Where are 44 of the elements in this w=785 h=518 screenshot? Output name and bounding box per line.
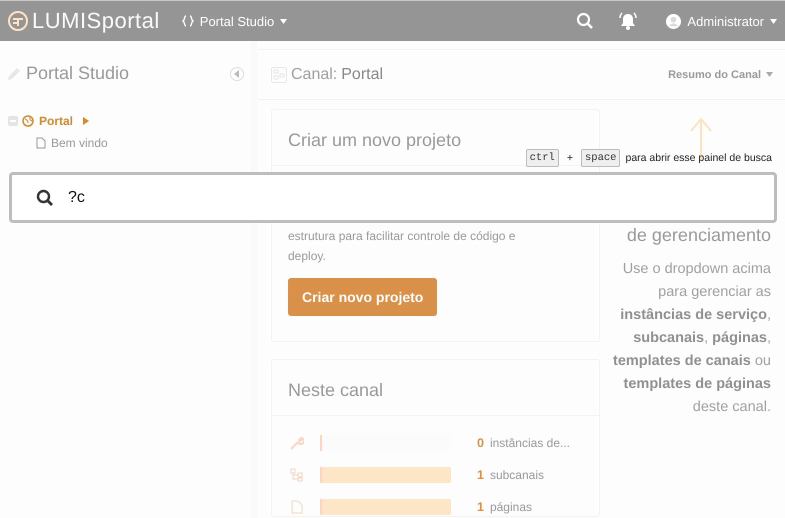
create-project-button[interactable]: Criar novo projeto: [288, 278, 438, 316]
triangle-right-icon: [83, 117, 90, 125]
bell-button[interactable]: [618, 12, 638, 30]
globe-icon: [22, 115, 34, 127]
card-title: Neste canal: [272, 360, 599, 416]
count: 0: [477, 436, 484, 450]
triangle-left-icon: [233, 70, 241, 78]
search-input[interactable]: ?c: [66, 188, 774, 208]
subchannel-icon: [290, 468, 304, 482]
collapse-button[interactable]: [230, 66, 244, 80]
key-cap: ctrl: [526, 149, 559, 167]
help-heading: de gerenciamento: [626, 225, 771, 246]
logo-icon: [8, 11, 28, 31]
card-text: estrutura para facilitar controle de código e deploy.: [288, 228, 516, 265]
channel-title: Portal: [341, 66, 384, 84]
caret-icon: [770, 18, 777, 24]
wrench-icon: [290, 436, 304, 450]
key-cap: space: [580, 149, 620, 167]
count-label: instâncias de...: [490, 436, 570, 450]
braces-icon: [182, 15, 194, 27]
count: 1: [477, 500, 484, 514]
search-field[interactable]: ?c: [9, 172, 777, 223]
plus-sign: +: [566, 152, 573, 164]
logo-text: LUMISportal: [32, 8, 160, 34]
page-icon: [36, 137, 46, 149]
collapse-icon: [8, 116, 18, 126]
count: 1: [477, 468, 484, 482]
search-icon: [36, 188, 54, 206]
studio-menu[interactable]: Portal Studio: [182, 14, 288, 28]
user-icon: [666, 14, 682, 28]
hint-text: para abrir esse painel de busca: [625, 152, 772, 164]
search-button[interactable]: [576, 12, 594, 30]
page-icon: [290, 500, 304, 514]
caret-icon: [766, 72, 773, 77]
tree-item[interactable]: Bem vindo: [36, 136, 108, 150]
caret-icon: [280, 18, 288, 24]
tree-item[interactable]: Portal: [22, 114, 90, 128]
user-menu[interactable]: Administrator: [666, 14, 777, 28]
help-text: Use o dropdown acima para gerenciar as instâncias de serviço, subcanais, páginas, templates de canais ou templates de páginas deste canal.: [612, 260, 771, 417]
summary-menu[interactable]: Resumo do Canal: [668, 68, 773, 80]
sidebar-title: Portal Studio: [26, 63, 130, 84]
count-label: subcanais: [490, 468, 544, 482]
channel-label: Canal:: [291, 66, 338, 84]
count-label: páginas: [490, 500, 532, 514]
